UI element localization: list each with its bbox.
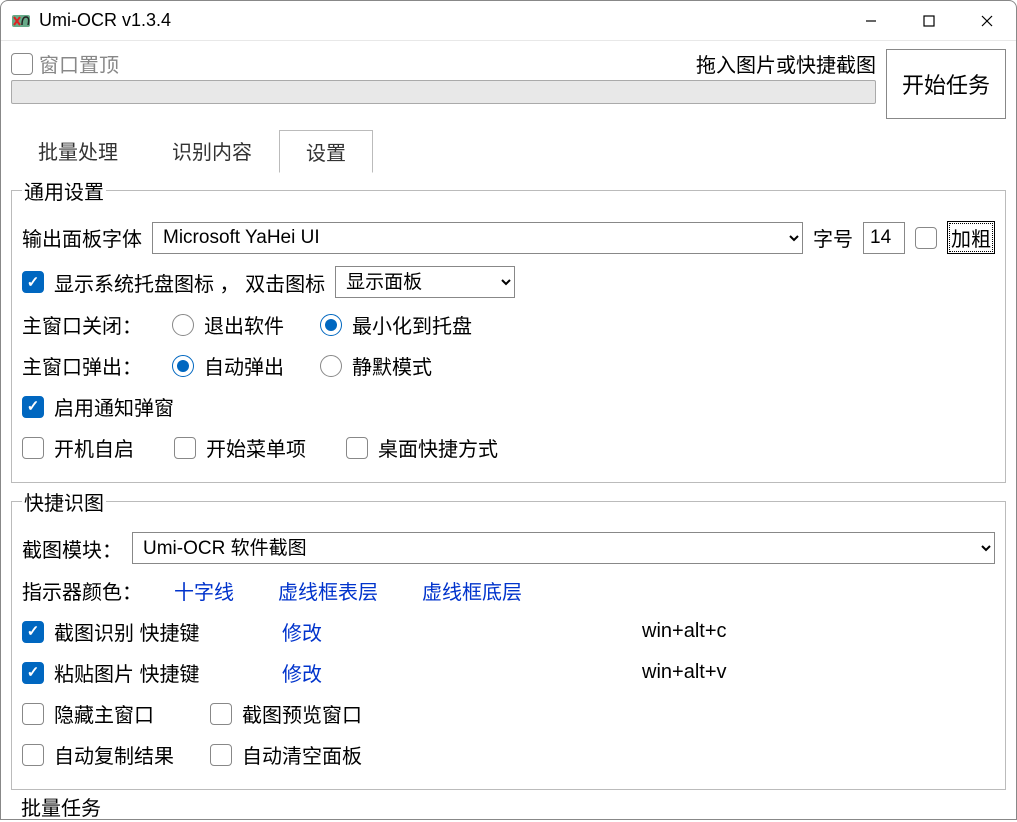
batch-task-legend: 批量任务 [11, 790, 1006, 821]
startmenu-checkbox[interactable] [174, 437, 196, 459]
capture-module-label: 截图模块： [22, 534, 122, 563]
capture-hotkey-label: 截图识别 快捷键 [54, 617, 200, 646]
popup-silent-label: 静默模式 [352, 351, 432, 380]
close-exit-label: 退出软件 [204, 310, 284, 339]
window-controls [842, 1, 1016, 41]
paste-hotkey-label: 粘贴图片 快捷键 [54, 658, 200, 687]
close-minimize-radio[interactable] [320, 314, 342, 336]
font-size-input[interactable] [863, 222, 905, 254]
drop-hint: 拖入图片或快捷截图 [696, 49, 876, 78]
notify-label: 启用通知弹窗 [54, 392, 174, 421]
preview-window-label: 截图预览窗口 [242, 699, 362, 728]
tray-action-select[interactable]: 显示面板 [335, 266, 515, 298]
popup-silent-radio[interactable] [320, 355, 342, 377]
quick-capture-group: 快捷识图 截图模块： Umi-OCR 软件截图 指示器颜色： 十字线 虚线框表层… [11, 487, 1006, 790]
dash-top-color-link[interactable]: 虚线框表层 [278, 576, 378, 605]
tab-batch[interactable]: 批量处理 [11, 129, 145, 172]
auto-clear-checkbox[interactable] [210, 744, 232, 766]
font-select[interactable]: Microsoft YaHei UI [152, 222, 803, 254]
topbar: 窗口置顶 拖入图片或快捷截图 开始任务 [1, 41, 1016, 123]
paste-hotkey-modify[interactable]: 修改 [282, 664, 322, 686]
capture-hotkey-checkbox[interactable] [22, 621, 44, 643]
maximize-button[interactable] [900, 1, 958, 41]
capture-hotkey-modify[interactable]: 修改 [282, 623, 322, 645]
crosshair-color-link[interactable]: 十字线 [174, 576, 234, 605]
close-minimize-label: 最小化到托盘 [352, 310, 472, 339]
close-exit-radio[interactable] [172, 314, 194, 336]
capture-hotkey-value: win+alt+c [642, 620, 727, 643]
popup-auto-radio[interactable] [172, 355, 194, 377]
preview-window-checkbox[interactable] [210, 703, 232, 725]
close-button[interactable] [958, 1, 1016, 41]
on-close-label: 主窗口关闭： [22, 310, 142, 339]
hide-window-checkbox[interactable] [22, 703, 44, 725]
minimize-button[interactable] [842, 1, 900, 41]
bold-checkbox[interactable] [915, 227, 937, 249]
pin-window-checkbox[interactable] [11, 53, 33, 75]
desktop-shortcut-label: 桌面快捷方式 [378, 433, 498, 462]
quick-capture-legend: 快捷识图 [22, 487, 106, 516]
start-task-button[interactable]: 开始任务 [886, 49, 1006, 119]
progress-bar [11, 80, 876, 104]
general-settings-legend: 通用设置 [22, 176, 106, 205]
titlebar: Umi-OCR v1.3.4 [1, 1, 1016, 41]
content-scroll[interactable]: 通用设置 输出面板字体 Microsoft YaHei UI 字号 加粗 显示系… [1, 172, 1016, 822]
bold-label[interactable]: 加粗 [947, 221, 995, 254]
window-title: Umi-OCR v1.3.4 [39, 10, 842, 31]
font-size-label: 字号 [813, 223, 853, 252]
hide-window-label: 隐藏主窗口 [54, 699, 154, 728]
tab-bar: 批量处理 识别内容 设置 [1, 123, 1016, 172]
tray-icon-checkbox[interactable] [22, 271, 44, 293]
auto-copy-checkbox[interactable] [22, 744, 44, 766]
font-label: 输出面板字体 [22, 223, 142, 252]
capture-module-select[interactable]: Umi-OCR 软件截图 [132, 532, 995, 564]
general-settings-group: 通用设置 输出面板字体 Microsoft YaHei UI 字号 加粗 显示系… [11, 176, 1006, 483]
popup-auto-label: 自动弹出 [204, 351, 284, 380]
paste-hotkey-value: win+alt+v [642, 661, 727, 684]
auto-copy-label: 自动复制结果 [54, 740, 174, 769]
startup-checkbox[interactable] [22, 437, 44, 459]
auto-clear-label: 自动清空面板 [242, 740, 362, 769]
pin-window-label: 窗口置顶 [39, 49, 119, 78]
on-popup-label: 主窗口弹出： [22, 351, 142, 380]
desktop-shortcut-checkbox[interactable] [346, 437, 368, 459]
tab-settings[interactable]: 设置 [279, 130, 373, 173]
startmenu-label: 开始菜单项 [206, 433, 306, 462]
indicator-color-label: 指示器颜色： [22, 576, 142, 605]
notify-checkbox[interactable] [22, 396, 44, 418]
tray-icon-label: 显示系统托盘图标 ， 双击图标 [54, 268, 325, 297]
tab-result[interactable]: 识别内容 [145, 129, 279, 172]
startup-label: 开机自启 [54, 433, 134, 462]
paste-hotkey-checkbox[interactable] [22, 662, 44, 684]
dash-bottom-color-link[interactable]: 虚线框底层 [422, 576, 522, 605]
app-icon [11, 11, 31, 31]
